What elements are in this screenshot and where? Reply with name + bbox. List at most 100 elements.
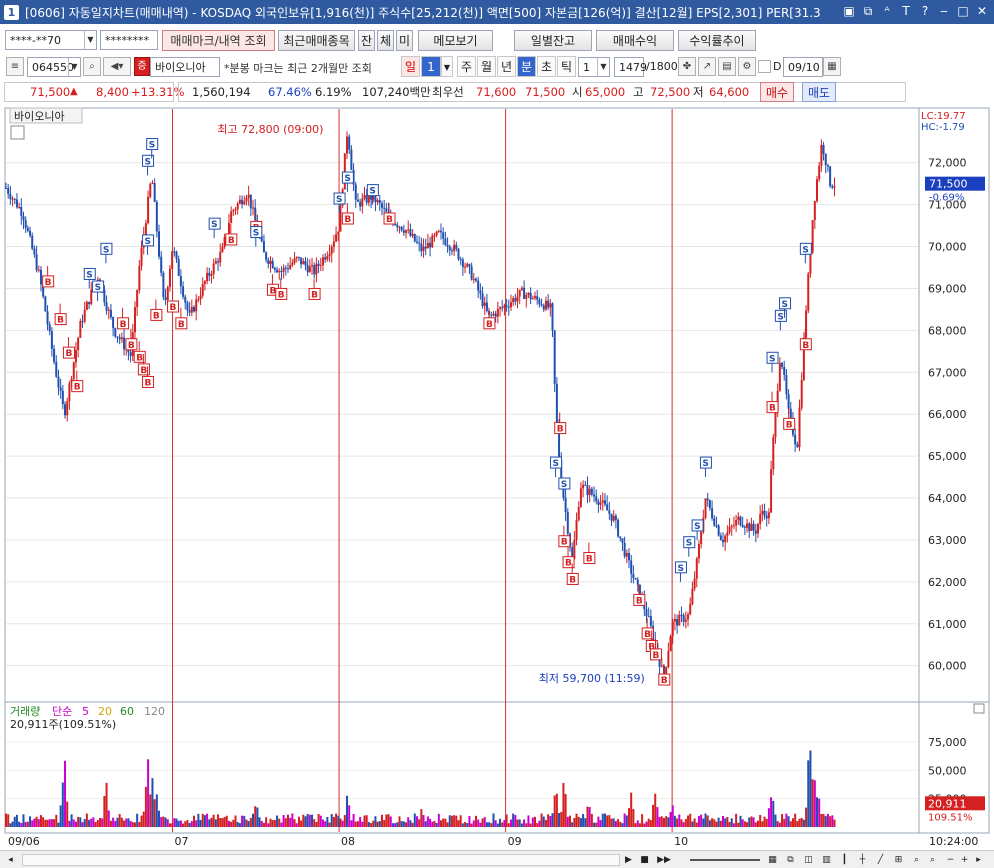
balance-button[interactable]: 잔	[358, 30, 375, 51]
candle-body	[547, 300, 550, 308]
chevron-down-icon[interactable]: ▼	[597, 58, 609, 76]
grid-icon[interactable]	[10, 125, 25, 140]
stock-name-field[interactable]: 바이오니아	[150, 57, 220, 77]
stock-code-input[interactable]: 064550 ▼	[27, 57, 81, 77]
maximize-icon[interactable]: □	[955, 3, 971, 20]
gear-icon[interactable]: ⚙	[738, 57, 756, 76]
close-icon[interactable]: ✕	[974, 3, 990, 20]
period-minute-button[interactable]: 분	[517, 56, 536, 77]
candle-body	[579, 488, 582, 507]
panel-close-icon[interactable]	[973, 703, 985, 714]
bar-chart-icon[interactable]: ▥	[820, 853, 833, 867]
volume-bar	[79, 817, 82, 827]
font-size-icon[interactable]: ᴬ	[879, 3, 895, 20]
speed-slider[interactable]	[690, 859, 760, 861]
date-input[interactable]: 09/10	[783, 57, 823, 77]
move-right-icon[interactable]: ▸	[972, 853, 985, 867]
list-icon[interactable]: ≡	[6, 57, 24, 76]
volume-bar	[551, 813, 554, 827]
period-month-button[interactable]: 월	[477, 56, 496, 77]
scroll-left-icon[interactable]: ◂	[4, 853, 17, 867]
candle-body	[426, 242, 429, 249]
period-tick-button[interactable]: 틱	[557, 56, 576, 77]
buy-button[interactable]: 매수	[760, 82, 794, 102]
volume-bar	[297, 816, 300, 827]
volume-bar	[514, 814, 517, 827]
period-week-button[interactable]: 주	[457, 56, 476, 77]
stop-button[interactable]: ■	[638, 853, 651, 867]
zoom-out-icon[interactable]: −	[944, 853, 957, 867]
unexecuted-button[interactable]: 미	[396, 30, 413, 51]
daily-balance-button[interactable]: 일별잔고	[514, 30, 592, 51]
candle-body	[190, 306, 193, 313]
chevron-down-icon[interactable]: ▼	[68, 58, 80, 76]
buy-mark-label: B	[386, 215, 393, 225]
indicator-icon[interactable]: ✤	[678, 57, 696, 76]
price-chart[interactable]: 바이오니아 LC:19.77 HC:-1.79 BBBBBBBBBBBBBB B B…	[0, 105, 994, 850]
play-button[interactable]: ▶	[622, 853, 635, 867]
candle-body	[409, 229, 412, 236]
count-input[interactable]: 1479	[614, 57, 647, 77]
scroll-track[interactable]	[22, 854, 620, 866]
y-tick-label: 70,000	[928, 241, 967, 254]
volume-bar	[599, 820, 602, 827]
candle-icon[interactable]: ┼	[856, 853, 869, 867]
calendar-icon[interactable]: ▦	[823, 57, 841, 76]
high-label: 고	[633, 85, 644, 99]
volume-bar	[636, 820, 639, 827]
period-day-button[interactable]: 일	[401, 56, 420, 77]
zoom-search-icon[interactable]: ⌕	[926, 853, 939, 867]
chevron-down-icon[interactable]: ▼	[441, 56, 453, 77]
return-trend-button[interactable]: 수익률추이	[678, 30, 756, 51]
sell-button[interactable]: 매도	[802, 82, 836, 102]
link-icon[interactable]: ▣	[841, 3, 857, 20]
period-second-button[interactable]: 초	[537, 56, 556, 77]
candle-body	[634, 578, 637, 580]
account-select[interactable]: ****-**70 ▼	[5, 30, 97, 50]
period-year-button[interactable]: 년	[497, 56, 516, 77]
next-button[interactable]: ▶▶	[654, 853, 674, 867]
volume-bar	[289, 817, 292, 827]
candle-body	[492, 313, 495, 316]
save-icon[interactable]: ▤	[718, 57, 736, 76]
volume-bar	[116, 817, 119, 827]
text-icon[interactable]: T	[898, 3, 914, 20]
recent-items-button[interactable]: 최근매매종목	[278, 30, 355, 51]
volume-bar	[750, 816, 753, 827]
trade-profit-button[interactable]: 매매수익	[596, 30, 674, 51]
candle-body	[501, 307, 504, 309]
password-field[interactable]: ********	[100, 30, 158, 50]
split-icon[interactable]: ◫	[802, 853, 815, 867]
tick-value-select[interactable]: 1 ▼	[578, 57, 610, 77]
zoom-in-icon[interactable]: +	[958, 853, 971, 867]
candle-body	[295, 257, 298, 259]
chevron-down-icon[interactable]: ▼	[84, 31, 96, 49]
buy-mark-label: B	[74, 383, 81, 393]
restore-icon[interactable]: ⧉	[784, 853, 797, 867]
search-icon[interactable]: ⌕	[83, 57, 101, 76]
draw-tool-icon[interactable]: ↗	[698, 57, 716, 76]
tile-icon[interactable]: ⧉	[860, 3, 876, 20]
candle-body	[265, 252, 268, 260]
volume-bar	[378, 821, 381, 827]
memo-button[interactable]: 메모보기	[418, 30, 493, 51]
line-icon[interactable]: ╱	[874, 853, 887, 867]
period-value-field[interactable]: 1	[421, 56, 441, 77]
chart-scrollbar[interactable]: ◂ ▶ ■ ▶▶ ▦ ⧉ ◫ ▥ ┃ ┼ ╱ ⊞ ⌕ ⌕ − + ▸	[0, 850, 994, 868]
sell-mark-label: S	[344, 174, 350, 184]
execution-button[interactable]: 체	[377, 30, 394, 51]
compare-icon[interactable]: ⊞	[892, 853, 905, 867]
candle-body	[691, 588, 694, 605]
candle-body	[754, 530, 757, 534]
magnify-icon[interactable]: ⌕	[910, 853, 923, 867]
trade-mark-button[interactable]: 매매마크/내역 조회	[162, 30, 275, 51]
minimize-icon[interactable]: ‒	[936, 3, 952, 20]
volume-bar	[440, 820, 443, 827]
candle-body	[413, 234, 416, 242]
chart-area[interactable]: 바이오니아 LC:19.77 HC:-1.79 BBBBBBBBBBBBBBBB…	[0, 105, 994, 850]
grid-view-icon[interactable]: ▦	[766, 853, 779, 867]
d-checkbox[interactable]	[758, 60, 771, 73]
sound-icon[interactable]: ◀▾	[103, 57, 131, 76]
help-icon[interactable]: ?	[917, 3, 933, 20]
chart-type-icon[interactable]: ┃	[838, 853, 851, 867]
